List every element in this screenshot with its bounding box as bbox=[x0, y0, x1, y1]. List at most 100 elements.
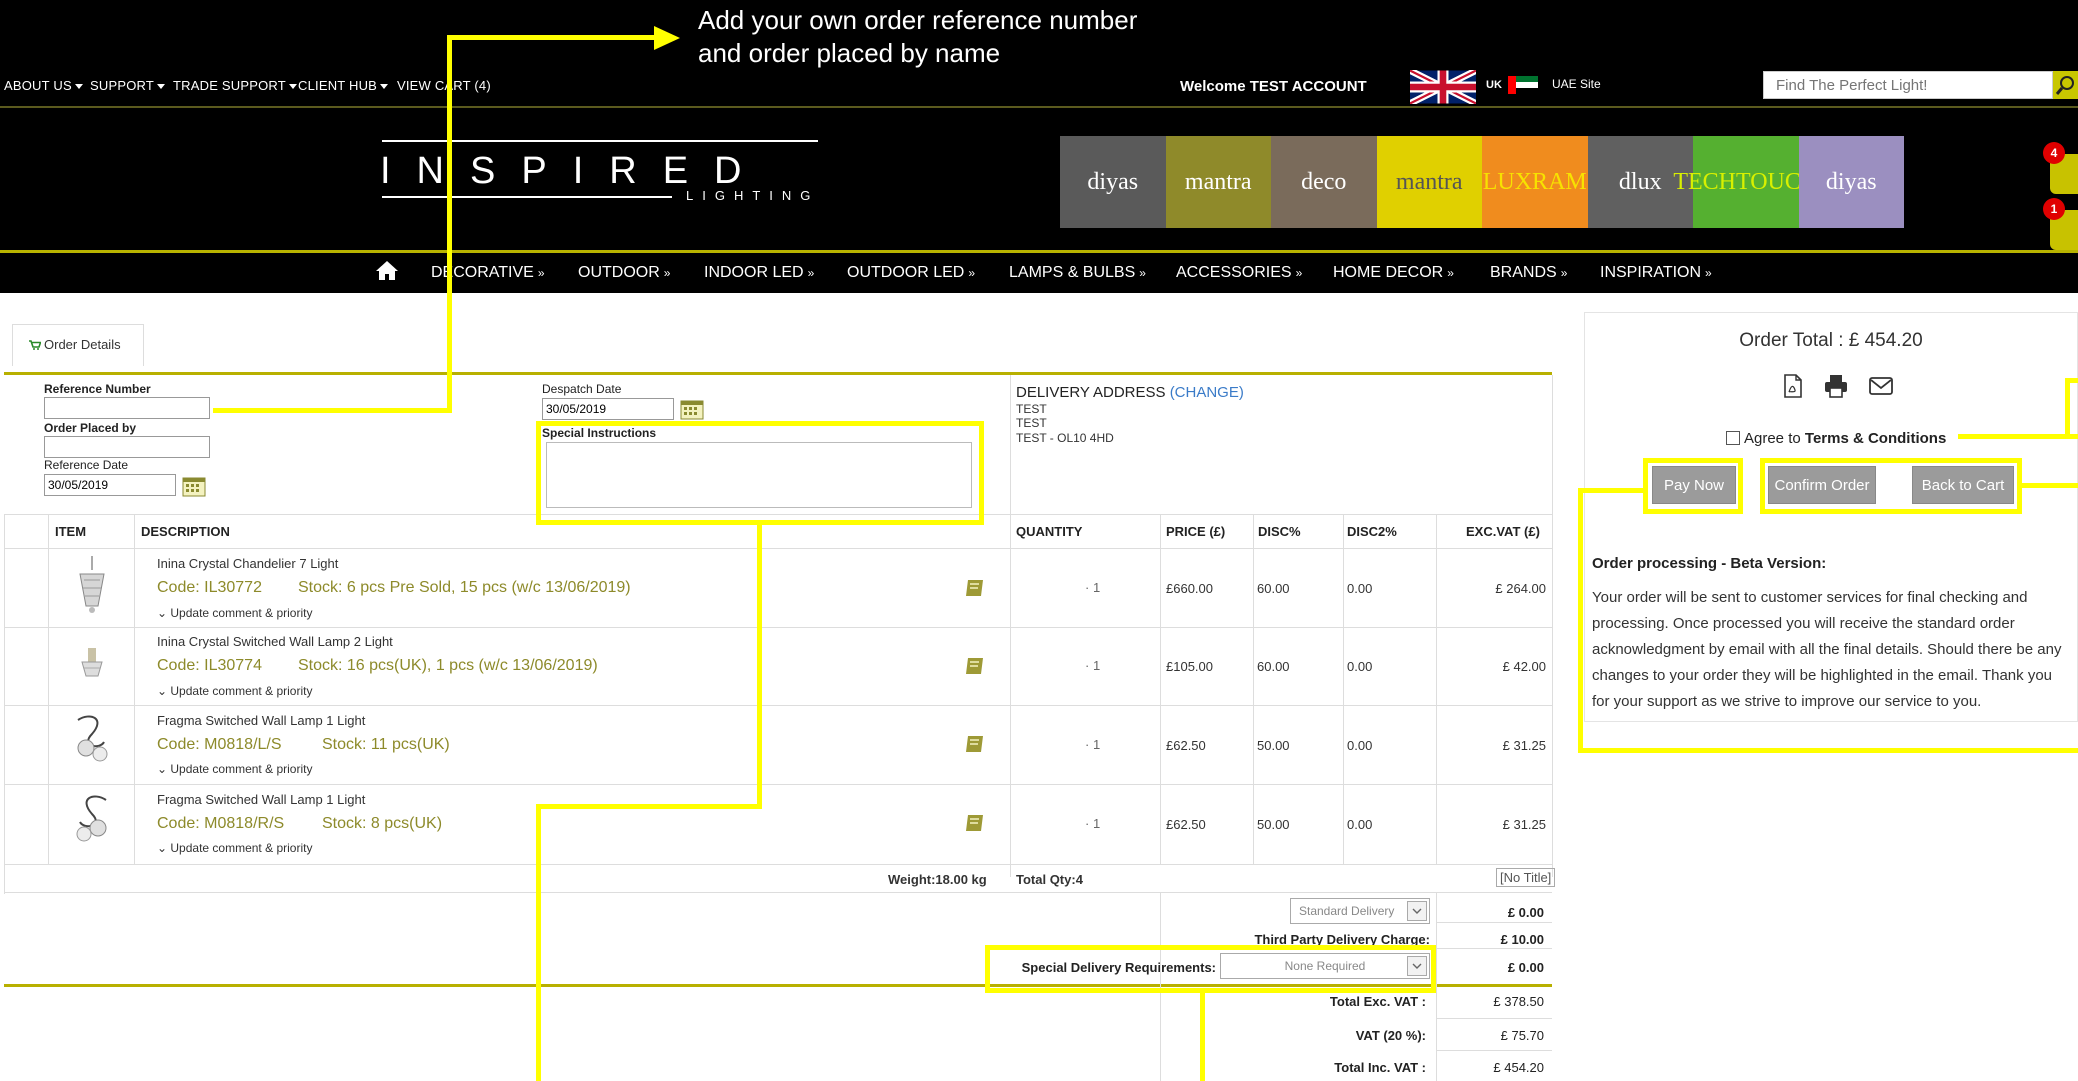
calendar-icon[interactable] bbox=[680, 398, 704, 420]
top-link-support[interactable]: SUPPORT bbox=[90, 78, 166, 93]
row-4-title[interactable]: Fragma Switched Wall Lamp 1 Light bbox=[157, 792, 365, 807]
col-header-exc-vat: EXC.VAT (£) bbox=[1466, 524, 1540, 539]
uae-site-link[interactable]: UAE Site bbox=[1552, 77, 1601, 91]
chevron-down-icon: » bbox=[807, 266, 815, 280]
nav-brands[interactable]: BRANDS» bbox=[1490, 264, 1567, 282]
site-logo[interactable]: INSPIRED LIGHTING bbox=[380, 140, 820, 210]
brand-tile-1[interactable]: mantra bbox=[1165, 136, 1271, 228]
nav-inspiration[interactable]: INSPIRATION» bbox=[1600, 264, 1712, 282]
delivery-method-select[interactable]: Standard Delivery bbox=[1290, 898, 1430, 924]
notes-book-icon[interactable] bbox=[964, 734, 986, 754]
caret-down-icon bbox=[74, 84, 83, 90]
reference-date-input[interactable] bbox=[44, 474, 176, 496]
row-1-disc2: 0.00 bbox=[1347, 581, 1373, 596]
row-4-stock: Stock: 8 pcs(UK) bbox=[322, 815, 443, 832]
row-4-update-toggle[interactable]: ⌄ Update comment & priority bbox=[157, 841, 312, 855]
top-link-about[interactable]: ABOUT US bbox=[4, 78, 83, 93]
nav-accessories[interactable]: ACCESSORIES» bbox=[1176, 264, 1302, 282]
row-divider bbox=[4, 784, 1552, 785]
brand-tile-6[interactable]: TECHTOUCH bbox=[1673, 136, 1818, 228]
delivery-method-value: Standard Delivery bbox=[1299, 904, 1395, 918]
notes-book-icon[interactable] bbox=[964, 813, 986, 833]
total-quantity: Total Qty:4 bbox=[1016, 872, 1083, 887]
terms-row: Agree to Terms & Conditions bbox=[1726, 430, 1946, 447]
row-2-quantity[interactable]: · 1 bbox=[1085, 658, 1100, 673]
uae-flag-icon[interactable] bbox=[1508, 76, 1538, 94]
product-thumbnail[interactable] bbox=[70, 556, 114, 616]
notes-book-icon[interactable] bbox=[964, 656, 986, 676]
cart-count-badge: 4 bbox=[2043, 142, 2065, 164]
brand-tile-3[interactable]: mantra bbox=[1376, 136, 1482, 228]
terms-checkbox[interactable] bbox=[1726, 431, 1740, 445]
nav-outdoor-led[interactable]: OUTDOOR LED» bbox=[847, 264, 975, 282]
chevron-down-icon: » bbox=[968, 266, 976, 280]
nav-lamps-bulbs[interactable]: LAMPS & BULBS» bbox=[1009, 264, 1146, 282]
change-address-link[interactable]: (CHANGE) bbox=[1170, 384, 1244, 401]
row-2-title[interactable]: Inina Crystal Switched Wall Lamp 2 Light bbox=[157, 634, 393, 649]
row-2-quantity-value: 1 bbox=[1092, 658, 1101, 673]
row-3-code: Code: M0818/L/S bbox=[157, 736, 282, 753]
calendar-icon[interactable] bbox=[182, 475, 206, 497]
order-processing-title: Order processing - Beta Version: bbox=[1592, 555, 1827, 572]
delivery-address-title: DELIVERY ADDRESS bbox=[1016, 384, 1166, 401]
pdf-icon[interactable] bbox=[1780, 373, 1806, 399]
row-1-update-toggle[interactable]: ⌄ Update comment & priority bbox=[157, 606, 312, 620]
caret-down-icon bbox=[288, 84, 297, 90]
brand-tile-2[interactable]: deco bbox=[1271, 136, 1377, 228]
row-1-title[interactable]: Inina Crystal Chandelier 7 Light bbox=[157, 556, 338, 571]
search-input[interactable] bbox=[1764, 72, 2054, 98]
product-thumbnail[interactable] bbox=[70, 640, 114, 700]
table-header-line bbox=[4, 548, 1552, 549]
total-exc-vat-label: Total Exc. VAT : bbox=[1329, 994, 1426, 1009]
brand-tile-7[interactable]: diyas bbox=[1798, 136, 1904, 228]
home-icon[interactable] bbox=[375, 259, 399, 281]
top-link-trade-support[interactable]: TRADE SUPPORT bbox=[173, 78, 297, 93]
top-link-client-hub[interactable]: CLIENT HUB bbox=[298, 78, 389, 93]
vat-value: £ 75.70 bbox=[1500, 1028, 1544, 1043]
search-icon bbox=[2055, 76, 2074, 95]
tab-order-details[interactable]: Order Details bbox=[12, 324, 144, 366]
agree-label: Agree to bbox=[1744, 430, 1801, 447]
row-3-title[interactable]: Fragma Switched Wall Lamp 1 Light bbox=[157, 713, 365, 728]
no-title-button[interactable]: [No Title] bbox=[1496, 868, 1556, 887]
despatch-date-input[interactable] bbox=[542, 398, 674, 420]
chevron-down-icon: » bbox=[537, 266, 545, 280]
row-3-quantity[interactable]: · 1 bbox=[1085, 737, 1100, 752]
row-4-disc2: 0.00 bbox=[1347, 817, 1373, 832]
nav-home-decor[interactable]: HOME DECOR» bbox=[1333, 264, 1454, 282]
row-4-price: £62.50 bbox=[1166, 817, 1206, 832]
product-thumbnail[interactable] bbox=[70, 792, 114, 852]
nav-outdoor-led-label: OUTDOOR LED bbox=[847, 264, 965, 281]
email-icon[interactable] bbox=[1868, 373, 1894, 399]
terms-link[interactable]: Terms & Conditions bbox=[1805, 430, 1946, 447]
notes-book-icon[interactable] bbox=[964, 578, 986, 598]
order-placed-by-input[interactable] bbox=[44, 436, 210, 458]
order-total-heading: Order Total : £ 454.20 bbox=[1739, 330, 1923, 351]
chevron-down-icon: » bbox=[1447, 266, 1454, 280]
row-1-quantity[interactable]: · 1 bbox=[1085, 580, 1100, 595]
row-4-quantity[interactable]: · 1 bbox=[1085, 816, 1100, 831]
print-icon[interactable] bbox=[1823, 373, 1849, 399]
row-divider bbox=[1436, 1050, 1552, 1051]
reference-number-input[interactable] bbox=[44, 397, 210, 419]
brand-tile-4[interactable]: LUXRAM bbox=[1482, 136, 1588, 228]
search-button[interactable] bbox=[2053, 71, 2078, 99]
row-3-update-toggle[interactable]: ⌄ Update comment & priority bbox=[157, 762, 312, 776]
product-thumbnail[interactable] bbox=[70, 712, 114, 772]
nav-indoor-led[interactable]: INDOOR LED» bbox=[704, 264, 814, 282]
brand-tile-0[interactable]: diyas bbox=[1060, 136, 1166, 228]
select-arrow-icon bbox=[1407, 901, 1427, 921]
top-link-client-label: CLIENT HUB bbox=[298, 78, 378, 93]
nav-outdoor-label: OUTDOOR bbox=[578, 264, 660, 281]
top-link-view-cart[interactable]: VIEW CART (4) bbox=[397, 78, 491, 93]
column-divider bbox=[134, 514, 135, 864]
table-right-border bbox=[1552, 375, 1553, 877]
chevron-down-icon: » bbox=[1295, 266, 1303, 280]
nav-outdoor[interactable]: OUTDOOR» bbox=[578, 264, 670, 282]
row-1-code: Code: IL30772 bbox=[157, 579, 262, 596]
update-comment-label: Update comment & priority bbox=[170, 684, 313, 698]
annotation-connector bbox=[1958, 434, 2078, 439]
uk-site-label[interactable]: UK bbox=[1486, 79, 1502, 91]
row-2-update-toggle[interactable]: ⌄ Update comment & priority bbox=[157, 684, 312, 698]
uk-flag-icon[interactable] bbox=[1410, 70, 1476, 104]
